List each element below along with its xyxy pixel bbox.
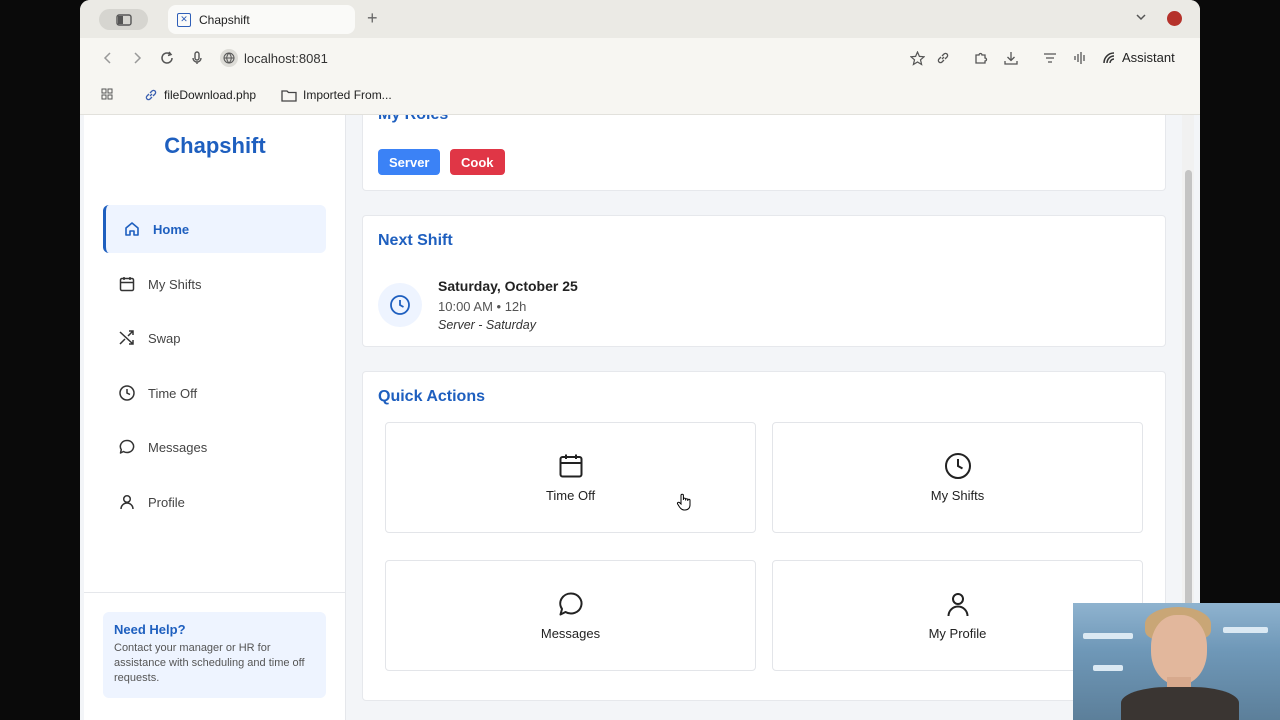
clock-icon xyxy=(390,295,410,315)
shift-icon-badge xyxy=(378,283,422,327)
url-text: localhost:8081 xyxy=(244,50,328,66)
sidebar-item-label: Swap xyxy=(148,330,181,346)
next-shift-title: Next Shift xyxy=(378,232,453,249)
sidebar-item-label: Profile xyxy=(148,494,185,510)
sidebar-item-my-shifts[interactable]: My Shifts xyxy=(103,260,326,308)
link-icon xyxy=(145,89,157,101)
chat-icon xyxy=(558,592,582,616)
globe-icon xyxy=(220,49,238,67)
favicon-icon: ✕ xyxy=(177,12,191,27)
scrollbar-thumb[interactable] xyxy=(1185,170,1192,610)
role-badge-cook: Cook xyxy=(450,149,505,175)
role-badge-server: Server xyxy=(378,149,441,175)
sidebar-toggle-button[interactable] xyxy=(99,9,148,30)
shift-time: 10:00 AM • 12h xyxy=(438,299,527,314)
quick-action-time-off[interactable]: Time Off xyxy=(385,422,756,533)
quick-action-label: My Shifts xyxy=(930,488,985,503)
app-sidebar: Chapshift Home My Shifts Swap Time Off M… xyxy=(84,115,346,720)
shift-role: Server - Saturday xyxy=(438,318,536,332)
quick-action-label: Time Off xyxy=(545,488,596,503)
main-panel[interactable]: My Roles Server Cook Next Shift Saturday… xyxy=(346,115,1192,720)
bookmark-label: fileDownload.php xyxy=(164,88,257,102)
sidebar-item-swap[interactable]: Swap xyxy=(103,314,326,362)
sidebar-item-label: Home xyxy=(153,221,190,237)
roles-card: My Roles Server Cook xyxy=(362,115,1166,191)
shift-date: Saturday, October 25 xyxy=(438,278,578,294)
user-icon xyxy=(947,593,968,617)
chat-icon xyxy=(119,439,135,454)
microphone-icon[interactable] xyxy=(189,50,205,66)
help-box: Need Help? Contact your manager or HR fo… xyxy=(103,612,326,698)
assistant-label: Assistant xyxy=(1122,50,1175,65)
sidebar-item-messages[interactable]: Messages xyxy=(103,423,326,471)
shuffle-icon xyxy=(119,330,134,345)
calendar-icon xyxy=(559,454,582,478)
profile-avatar[interactable] xyxy=(1167,11,1182,26)
quick-actions-card: Quick Actions Time Off My Shifts Message… xyxy=(362,371,1166,701)
download-icon[interactable] xyxy=(1003,50,1019,66)
chevron-down-icon[interactable] xyxy=(1135,11,1147,23)
help-text: Contact your manager or HR for assistanc… xyxy=(114,642,305,684)
sidebar-item-home[interactable]: Home xyxy=(103,205,326,253)
quick-action-messages[interactable]: Messages xyxy=(385,560,756,671)
star-icon[interactable] xyxy=(909,50,925,66)
address-bar[interactable]: localhost:8081 xyxy=(220,46,328,70)
bookmark-filedownload[interactable]: fileDownload.php xyxy=(144,88,256,102)
sidebar-icon xyxy=(115,13,132,26)
quick-actions-title: Quick Actions xyxy=(378,388,485,405)
browser-toolbar: localhost:8081 Assistant xyxy=(80,38,1200,78)
sidebar-item-label: Messages xyxy=(148,439,208,455)
webcam-overlay xyxy=(1073,603,1280,720)
brand-logo[interactable]: Chapshift xyxy=(84,133,346,159)
extensions-icon[interactable] xyxy=(973,50,989,66)
next-shift-card: Next Shift Saturday, October 25 10:00 AM… xyxy=(362,215,1166,347)
quick-action-label: Messages xyxy=(540,626,601,641)
quick-action-my-shifts[interactable]: My Shifts xyxy=(772,422,1143,533)
link-icon[interactable] xyxy=(935,50,951,66)
bookmark-imported[interactable]: Imported From... xyxy=(281,88,392,102)
calendar-icon xyxy=(119,277,135,292)
roles-title: My Roles xyxy=(378,115,448,124)
bookmark-label: Imported From... xyxy=(303,88,392,102)
quick-action-label: My Profile xyxy=(928,626,987,641)
assistant-button[interactable]: Assistant xyxy=(1102,50,1175,65)
tab-chapshift[interactable]: ✕ Chapshift xyxy=(168,5,355,34)
home-icon xyxy=(125,222,139,236)
clock-icon xyxy=(119,385,135,401)
forward-icon[interactable] xyxy=(129,50,145,66)
assistant-icon xyxy=(1103,51,1115,63)
sidebar-item-label: Time Off xyxy=(148,385,198,401)
browser-window: ✕ Chapshift + localhost:8081 Assistant f… xyxy=(80,0,1200,720)
tab-strip: ✕ Chapshift + xyxy=(80,0,1200,38)
sidebar-item-time-off[interactable]: Time Off xyxy=(103,369,326,417)
new-tab-button[interactable]: + xyxy=(367,9,378,27)
back-icon[interactable] xyxy=(100,50,116,66)
apps-icon[interactable] xyxy=(101,88,113,100)
divider xyxy=(84,592,346,593)
tab-title: Chapshift xyxy=(199,12,250,27)
bookmarks-bar: fileDownload.php Imported From... xyxy=(80,78,1200,115)
folder-icon xyxy=(281,89,297,102)
reader-icon[interactable] xyxy=(1042,50,1058,66)
sidebar-item-profile[interactable]: Profile xyxy=(103,478,326,526)
sidebar-item-label: My Shifts xyxy=(148,276,202,292)
help-title: Need Help? xyxy=(114,622,186,637)
reload-icon[interactable] xyxy=(159,50,175,66)
audio-icon[interactable] xyxy=(1072,50,1088,66)
hand-cursor-icon xyxy=(676,493,691,511)
clock-icon xyxy=(944,453,971,479)
page-content: Chapshift Home My Shifts Swap Time Off M… xyxy=(80,115,1200,720)
user-icon xyxy=(120,494,134,510)
